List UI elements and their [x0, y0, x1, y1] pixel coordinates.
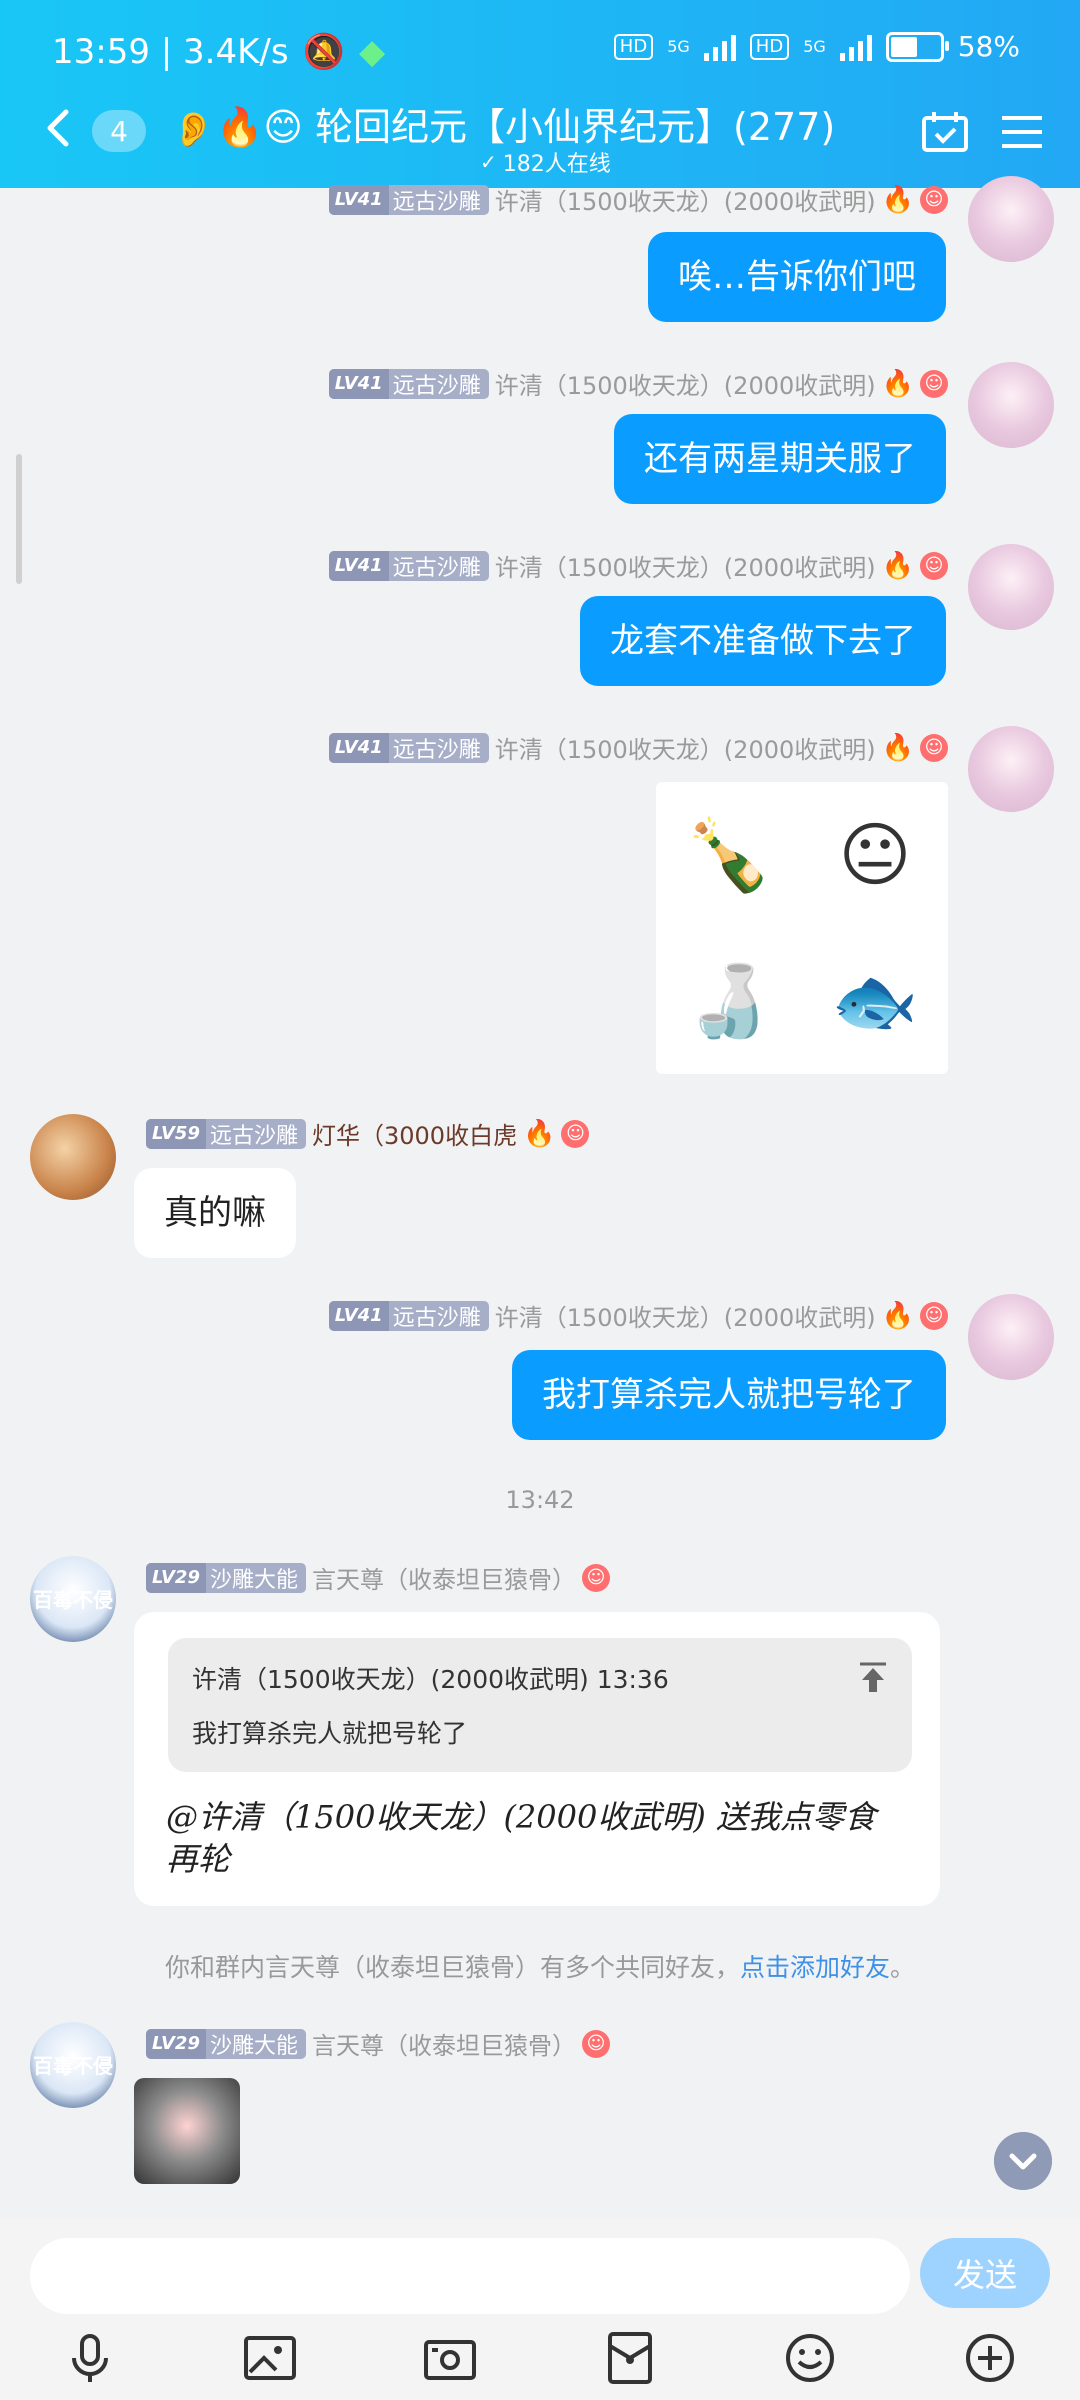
avatar[interactable] — [968, 544, 1054, 630]
smile-icon: ☺ — [582, 2029, 610, 2058]
mic-icon[interactable] — [62, 2330, 118, 2386]
reply-message[interactable]: 许清（1500收天龙）(2000收武明) 13:36 我打算杀完人就把号轮了 @… — [134, 1612, 940, 1906]
sender-name: 许清（1500收天龙）(2000收武明) — [494, 188, 876, 216]
smile-icon: ☺ — [920, 369, 948, 398]
smile-icon: ☺ — [920, 733, 948, 762]
fire-icon: 🔥 — [881, 550, 914, 581]
avatar[interactable] — [30, 1114, 116, 1200]
sender-name: 言天尊（收泰坦巨猿骨） — [312, 2032, 576, 2060]
sender-name: 许清（1500收天龙）(2000收武明) — [494, 736, 876, 764]
avatar[interactable] — [968, 726, 1054, 812]
fire-icon: 🔥 — [881, 368, 914, 399]
plus-icon[interactable] — [962, 2330, 1018, 2386]
fire-icon: 🔥 — [881, 184, 914, 215]
smile-icon: ☺ — [561, 1119, 590, 1148]
smile-icon: ☺ — [920, 1301, 948, 1330]
add-friend-tip: 你和群内言天尊（收泰坦巨猿骨）有多个共同好友，点击添加好友。 — [0, 1948, 1080, 1984]
sender-name: 许清（1500收天龙）(2000收武明) — [494, 372, 876, 400]
add-friend-link[interactable]: 点击添加好友 — [740, 1953, 890, 1982]
camera-icon[interactable] — [422, 2330, 478, 2386]
sender-meta: LV59 远古沙雕 灯华（3000收白虎 🔥 ☺ — [146, 1116, 590, 1151]
input-bar: 发送 — [0, 2218, 1080, 2400]
sender-meta: LV41 远古沙雕 许清（1500收天龙）(2000收武明) 🔥 ☺ — [328, 1298, 948, 1333]
message-bubble[interactable]: 我打算杀完人就把号轮了 — [512, 1350, 946, 1440]
quoted-message[interactable]: 许清（1500收天龙）(2000收武明) 13:36 我打算杀完人就把号轮了 — [168, 1638, 912, 1772]
level-badge: LV41 远古沙雕 — [328, 732, 489, 763]
sender-name: 许清（1500收天龙）(2000收武明) — [494, 554, 876, 582]
sender-meta: LV41 远古沙雕 许清（1500收天龙）(2000收武明) 🔥 ☺ — [328, 182, 948, 217]
level-badge: LV29 沙雕大能 — [146, 1562, 306, 1593]
quote-body: 我打算杀完人就把号轮了 — [192, 1719, 468, 1748]
scrollbar[interactable] — [16, 454, 22, 584]
fire-icon: 🔥 — [881, 1300, 914, 1331]
level-badge: LV29 沙雕大能 — [146, 2028, 306, 2059]
tip-text: 你和群内言天尊（收泰坦巨猿骨）有多个共同好友， — [164, 1953, 740, 1982]
jump-to-top-icon[interactable] — [856, 1660, 890, 1694]
message-bubble[interactable]: 还有两星期关服了 — [614, 414, 946, 504]
avatar[interactable] — [968, 176, 1054, 262]
send-button[interactable]: 发送 — [920, 2238, 1050, 2308]
message-bubble[interactable]: 真的嘛 — [134, 1168, 296, 1258]
sticker-image[interactable]: 🍾 😐 🍶 🐟 — [656, 782, 948, 1074]
smile-icon: ☺ — [582, 1563, 610, 1592]
level-badge: LV41 远古沙雕 — [328, 1300, 489, 1331]
fire-icon: 🔥 — [881, 732, 914, 763]
reply-text: @许清（1500收天龙）(2000收武明) 送我点零食再轮 — [166, 1798, 877, 1878]
sender-meta: LV29 沙雕大能 言天尊（收泰坦巨猿骨） ☺ — [146, 2026, 610, 2061]
level-badge: LV41 远古沙雕 — [328, 368, 489, 399]
sender-meta: LV41 远古沙雕 许清（1500收天龙）(2000收武明) 🔥 ☺ — [328, 548, 948, 583]
sender-name: 许清（1500收天龙）(2000收武明) — [494, 1304, 876, 1332]
tip-end: 。 — [890, 1953, 916, 1982]
emoji-icon[interactable] — [782, 2330, 838, 2386]
sender-meta: LV41 远古沙雕 许清（1500收天龙）(2000收武明) 🔥 ☺ — [328, 730, 948, 765]
avatar[interactable]: 百毒不侵 — [30, 2022, 116, 2108]
avatar[interactable]: 百毒不侵 — [30, 1556, 116, 1642]
sender-meta: LV41 远古沙雕 许清（1500收天龙）(2000收武明) 🔥 ☺ — [328, 366, 948, 401]
chat-area[interactable]: LV41 远古沙雕 许清（1500收天龙）(2000收武明) 🔥 ☺ 唉…告诉你们… — [0, 0, 1080, 2218]
message-bubble[interactable]: 龙套不准备做下去了 — [580, 596, 946, 686]
message-input[interactable] — [30, 2238, 910, 2314]
quote-header: 许清（1500收天龙）(2000收武明) 13:36 — [192, 1665, 669, 1694]
avatar[interactable] — [968, 1294, 1054, 1380]
image-icon[interactable] — [242, 2330, 298, 2386]
level-badge: LV59 远古沙雕 — [146, 1118, 306, 1149]
sender-name: 灯华（3000收白虎 — [312, 1122, 518, 1150]
smile-icon: ☺ — [920, 185, 948, 214]
sender-name: 言天尊（收泰坦巨猿骨） — [312, 1566, 576, 1594]
time-divider: 13:42 — [505, 1486, 575, 1514]
sender-meta: LV29 沙雕大能 言天尊（收泰坦巨猿骨） ☺ — [146, 1560, 610, 1595]
level-badge: LV41 远古沙雕 — [328, 550, 489, 581]
message-bubble[interactable]: 唉…告诉你们吧 — [648, 232, 946, 322]
avatar[interactable] — [968, 362, 1054, 448]
level-badge: LV41 远古沙雕 — [328, 184, 489, 215]
dog-sticker[interactable] — [134, 2078, 240, 2184]
red-packet-icon[interactable] — [602, 2330, 658, 2386]
scroll-down-icon[interactable] — [994, 2132, 1052, 2190]
smile-icon: ☺ — [920, 551, 948, 580]
fire-icon: 🔥 — [523, 1118, 556, 1149]
